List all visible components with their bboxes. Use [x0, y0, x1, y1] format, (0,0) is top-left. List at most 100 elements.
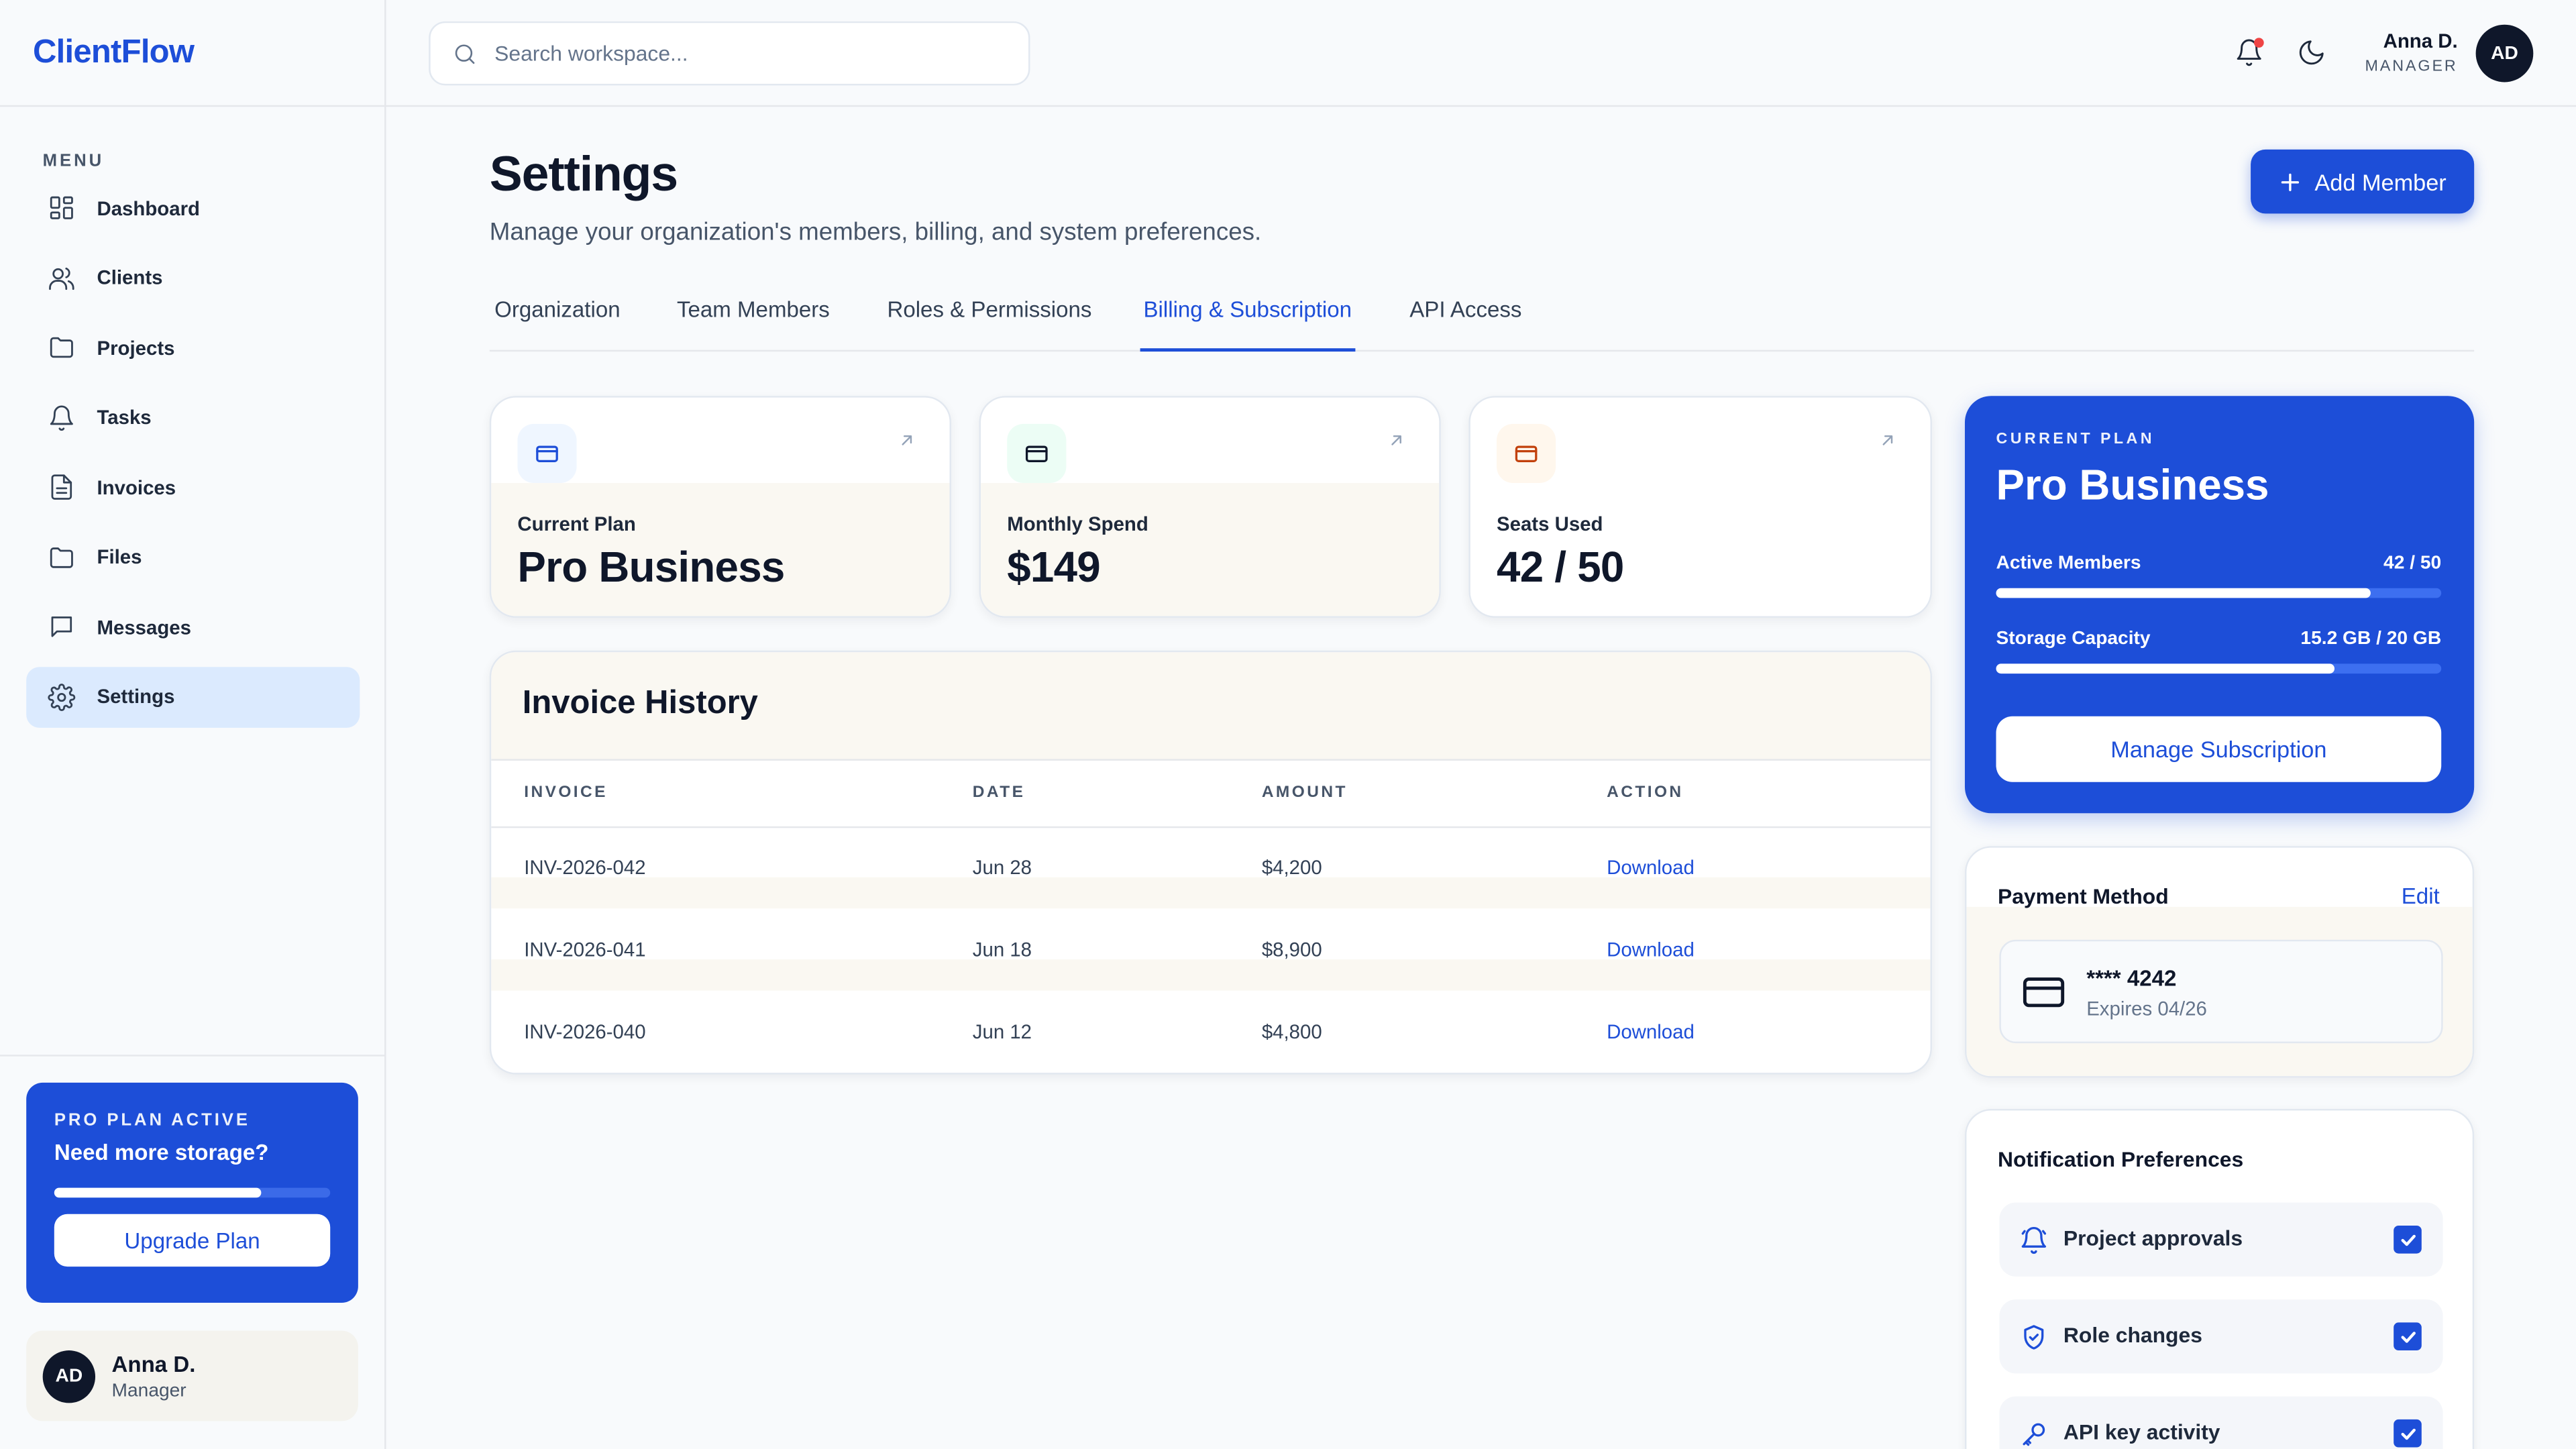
- sidebar-item-messages[interactable]: Messages: [26, 596, 360, 657]
- invoice-history-card: Invoice History INVOICE DATE AMOUNT ACTI…: [489, 650, 1933, 1075]
- download-link[interactable]: Download: [1607, 938, 1695, 961]
- folder-icon: [48, 543, 76, 571]
- gear-icon: [48, 682, 76, 711]
- storage-capacity-value: 15.2 GB / 20 GB: [2300, 629, 2442, 649]
- sidebar-user-card[interactable]: AD Anna D. Manager: [26, 1330, 358, 1421]
- current-plan-card: CURRENT PLAN Pro Business Active Members…: [1964, 396, 2475, 814]
- pref-checkbox[interactable]: [2394, 1419, 2422, 1448]
- sidebar-item-settings[interactable]: Settings: [26, 666, 360, 727]
- search-icon: [451, 40, 478, 66]
- invoice-id: INV-2026-042: [524, 855, 646, 879]
- document-icon: [48, 473, 76, 501]
- download-link[interactable]: Download: [1607, 856, 1695, 879]
- arrow-up-right-icon: [897, 431, 916, 450]
- table-row: INV-2026-041 Jun 18 $8,900 Download: [491, 908, 1931, 991]
- manage-subscription-button[interactable]: Manage Subscription: [1996, 716, 2442, 782]
- search-box[interactable]: [429, 21, 1030, 86]
- search-input[interactable]: [494, 41, 987, 66]
- invoice-date: Jun 28: [972, 855, 1032, 879]
- topbar-avatar[interactable]: AD: [2475, 24, 2534, 83]
- stat-card-seats-used[interactable]: Seats Used 42 / 50: [1468, 396, 1933, 618]
- sidebar-item-dashboard[interactable]: Dashboard: [26, 177, 360, 238]
- column-header: AMOUNT: [1261, 784, 1348, 802]
- add-member-button[interactable]: Add Member: [2251, 149, 2475, 214]
- table-row: INV-2026-040 Jun 12 $4,800 Download: [491, 991, 1930, 1073]
- user-role: Manager: [111, 1381, 186, 1401]
- members-progress-bar: [1996, 588, 2442, 598]
- card-expiry: Expires 04/26: [2086, 997, 2207, 1020]
- payment-method-card: Payment Method Edit **** 4242 Expires 04…: [1964, 846, 2475, 1078]
- sidebar-item-label: Files: [97, 545, 142, 569]
- tab-roles-permissions[interactable]: Roles & Permissions: [887, 297, 1091, 352]
- invoice-date: Jun 18: [972, 938, 1032, 961]
- user-name: Anna D.: [111, 1351, 196, 1377]
- invoice-date: Jun 12: [972, 1020, 1032, 1044]
- bell-icon: [2019, 1226, 2049, 1255]
- stat-card-current-plan[interactable]: Current Plan Pro Business: [489, 396, 951, 618]
- credit-card-icon: [2023, 974, 2065, 1010]
- page-subtitle: Manage your organization's members, bill…: [489, 218, 1262, 247]
- payment-method-title: Payment Method: [1997, 883, 2169, 909]
- plan-kicker: CURRENT PLAN: [1996, 430, 2155, 449]
- pref-role-changes[interactable]: Role changes: [1999, 1299, 2443, 1374]
- sidebar-item-projects[interactable]: Projects: [26, 317, 360, 378]
- tab-billing-subscription[interactable]: Billing & Subscription: [1140, 297, 1355, 352]
- stat-card-monthly-spend[interactable]: Monthly Spend $149: [979, 396, 1441, 618]
- page-title: Settings: [489, 148, 678, 203]
- brand-logo[interactable]: ClientFlow: [0, 0, 385, 107]
- notification-preferences-title: Notification Preferences: [1997, 1146, 2244, 1172]
- active-members-row: Active Members 42 / 50: [1996, 553, 2442, 573]
- notification-preferences-card: Notification Preferences Project approva…: [1964, 1109, 2475, 1449]
- row-stripe: [491, 877, 1931, 909]
- row-stripe: [491, 959, 1931, 991]
- invoice-history-title: Invoice History: [522, 685, 758, 722]
- pref-label: API key activity: [2063, 1419, 2220, 1444]
- tab-api-access[interactable]: API Access: [1409, 297, 1521, 352]
- sidebar-item-label: Messages: [97, 615, 192, 639]
- invoice-id: INV-2026-040: [524, 1020, 646, 1044]
- edit-payment-link[interactable]: Edit: [2402, 884, 2440, 909]
- plan-title: Pro Business: [1996, 460, 2269, 510]
- tab-organization[interactable]: Organization: [494, 297, 620, 352]
- topbar-user-info[interactable]: Anna D. MANAGER: [2341, 30, 2457, 76]
- pref-checkbox[interactable]: [2394, 1225, 2422, 1254]
- dashboard-icon: [48, 194, 76, 222]
- stat-value: $149: [1007, 542, 1100, 592]
- pref-checkbox[interactable]: [2394, 1322, 2422, 1351]
- sidebar-item-tasks[interactable]: Tasks: [26, 387, 360, 448]
- sidebar-item-files[interactable]: Files: [26, 527, 360, 588]
- stat-label: Monthly Spend: [1007, 513, 1148, 536]
- column-header: INVOICE: [524, 784, 608, 802]
- storage-capacity-row: Storage Capacity 15.2 GB / 20 GB: [1996, 629, 2442, 649]
- promo-kicker: PRO PLAN ACTIVE: [54, 1110, 250, 1130]
- tab-team-members[interactable]: Team Members: [677, 297, 830, 352]
- invoice-id: INV-2026-041: [524, 938, 646, 961]
- upgrade-promo: PRO PLAN ACTIVE Need more storage? Upgra…: [26, 1082, 358, 1303]
- storage-progress-bar: [54, 1187, 331, 1198]
- sidebar-item-label: Dashboard: [97, 196, 201, 219]
- storage-progress-fill: [54, 1187, 262, 1198]
- pref-project-approvals[interactable]: Project approvals: [1999, 1202, 2443, 1277]
- download-link[interactable]: Download: [1607, 1020, 1695, 1043]
- pref-api-key-activity[interactable]: API key activity: [1999, 1396, 2443, 1449]
- members-progress-fill: [1996, 588, 2370, 598]
- saved-card[interactable]: **** 4242 Expires 04/26: [1999, 939, 2443, 1044]
- storage-progress-fill: [1996, 663, 2334, 674]
- upgrade-plan-button[interactable]: Upgrade Plan: [54, 1214, 331, 1267]
- sidebar-item-clients[interactable]: Clients: [26, 248, 360, 309]
- sidebar-divider: [0, 1055, 386, 1057]
- promo-headline: Need more storage?: [54, 1140, 269, 1165]
- storage-capacity-label: Storage Capacity: [1996, 629, 2151, 649]
- shield-icon: [2019, 1322, 2049, 1352]
- message-icon: [48, 612, 76, 641]
- sidebar-item-invoices[interactable]: Invoices: [26, 457, 360, 518]
- credit-card-icon: [1007, 423, 1067, 484]
- storage-progress-bar: [1996, 663, 2442, 674]
- invoice-amount: $4,800: [1261, 1020, 1322, 1044]
- bell-icon: [48, 403, 76, 431]
- dark-mode-moon-icon[interactable]: [2297, 38, 2326, 67]
- stat-label: Current Plan: [517, 513, 636, 536]
- notification-dot: [2254, 38, 2264, 48]
- notifications-bell-icon[interactable]: [2235, 38, 2264, 67]
- arrow-up-right-icon: [1878, 431, 1897, 450]
